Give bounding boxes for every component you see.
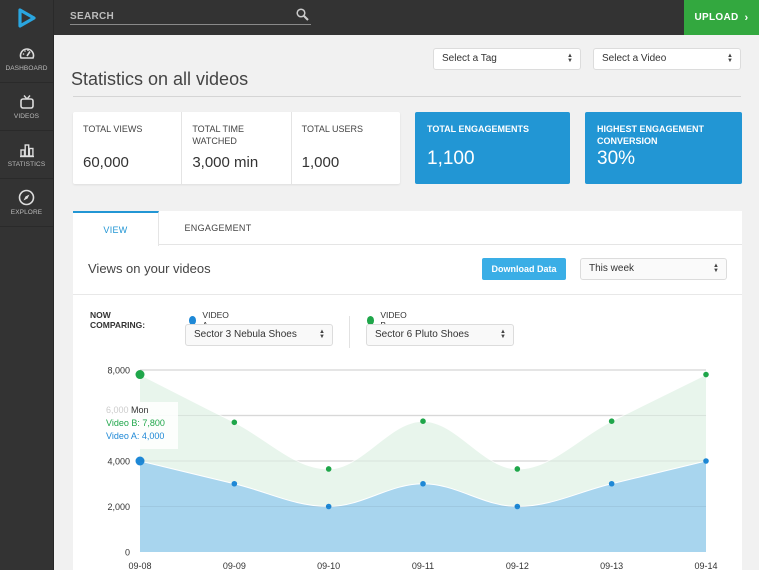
search-input[interactable]: SEARCH [70, 7, 311, 25]
now-comparing-label: NOW COMPARING: [90, 310, 146, 330]
stat-label: TOTAL VIEWS [83, 124, 143, 134]
main-content: Select a Tag ▲ ▼ Select a Video ▲ ▼ Statis… [55, 35, 759, 570]
stat-highest-engagement-conversion: HIGHEST ENGAGEMENT CONVERSION 30% [585, 112, 742, 184]
tv-icon [19, 94, 34, 109]
stat-value: 1,100 [427, 148, 475, 169]
stats-summary: TOTAL VIEWS 60,000 TOTAL TIME WATCHED 3,… [73, 112, 400, 184]
top-bar: SEARCH UPLOAD › [0, 0, 759, 35]
section-title: Views on your videos [88, 261, 211, 276]
sidebar: DASHBOARD VIDEOS STATISTICS EXPLORE [0, 35, 54, 570]
stat-value: 3,000 min [192, 154, 259, 171]
upload-label: UPLOAD [694, 12, 739, 23]
video-select[interactable]: Select a Video ▲ ▼ [593, 48, 741, 70]
stat-value: 60,000 [83, 154, 129, 171]
play-logo-icon [17, 7, 36, 28]
stat-label: TOTAL TIME WATCHED [192, 124, 245, 146]
download-data-button[interactable]: Download Data [482, 258, 566, 280]
sidebar-label: VIDEOS [13, 112, 40, 120]
sidebar-label: STATISTICS [7, 160, 46, 168]
sidebar-item-statistics[interactable]: STATISTICS [0, 131, 53, 179]
sidebar-label: EXPLORE [10, 209, 43, 216]
sidebar-label: DASHBOARD [5, 64, 48, 72]
video-a-select-value: Sector 3 Nebula Shoes [194, 329, 297, 340]
divider [349, 316, 350, 348]
select-arrows-icon: ▲ ▼ [319, 329, 325, 340]
bar-chart-icon [19, 143, 34, 157]
tag-select[interactable]: Select a Tag ▲ ▼ [433, 48, 581, 70]
select-arrows-icon: ▲ ▼ [567, 53, 573, 64]
stat-label: TOTAL USERS [301, 124, 364, 134]
tooltip-ghost-tick: 6,000 [106, 405, 129, 415]
sidebar-item-explore[interactable]: EXPLORE [0, 179, 53, 227]
video-b-select[interactable]: Sector 6 Pluto Shoes ▲ ▼ [366, 324, 514, 346]
select-arrows-icon: ▲ ▼ [713, 263, 719, 274]
stat-total-users: TOTAL USERS 1,000 [292, 112, 400, 184]
search-placeholder: SEARCH [70, 11, 115, 22]
sidebar-item-dashboard[interactable]: DASHBOARD [0, 35, 53, 83]
scrollbar-track[interactable] [742, 211, 759, 570]
date-range-select[interactable]: This week ▲ ▼ [580, 258, 727, 280]
tooltip-video-a: Video A: 4,000 [106, 431, 165, 441]
divider [73, 294, 742, 295]
upload-button[interactable]: UPLOAD › [684, 0, 759, 35]
date-range-value: This week [589, 263, 635, 274]
stat-value: 1,000 [301, 154, 340, 171]
stat-total-time-watched: TOTAL TIME WATCHED 3,000 min [182, 112, 292, 184]
chart-tooltip: 6,000 Mon Video B: 7,800 Video A: 4,000 [102, 402, 178, 449]
tab-view[interactable]: VIEW [73, 211, 159, 246]
video-a-select[interactable]: Sector 3 Nebula Shoes ▲ ▼ [185, 324, 333, 346]
speedometer-icon [19, 47, 34, 59]
logo[interactable] [0, 0, 54, 35]
stat-label: HIGHEST ENGAGEMENT CONVERSION [597, 124, 705, 146]
video-select-value: Select a Video [602, 53, 667, 64]
compass-icon [18, 189, 35, 206]
stat-value: 30% [597, 148, 636, 169]
chevron-right-icon: › [744, 11, 749, 24]
video-b-select-value: Sector 6 Pluto Shoes [375, 329, 469, 340]
select-arrows-icon: ▲ ▼ [727, 53, 733, 64]
search-icon[interactable] [296, 8, 309, 21]
divider [73, 96, 741, 97]
tab-bar: VIEW ENGAGEMENT [73, 211, 742, 246]
stat-total-engagements: TOTAL ENGAGEMENTS 1,100 [415, 112, 570, 184]
tooltip-video-b: Video B: 7,800 [106, 418, 165, 428]
sidebar-item-videos[interactable]: VIDEOS [0, 83, 53, 131]
views-panel: VIEW ENGAGEMENT Views on your videos Dow… [73, 211, 742, 570]
select-arrows-icon: ▲ ▼ [500, 329, 506, 340]
tooltip-day: Mon [131, 405, 149, 415]
tag-select-value: Select a Tag [442, 53, 497, 64]
stat-label: TOTAL ENGAGEMENTS [427, 124, 530, 134]
tab-engagement[interactable]: ENGAGEMENT [159, 211, 277, 245]
page-title: Statistics on all videos [71, 69, 249, 89]
stat-total-views: TOTAL VIEWS 60,000 [73, 112, 183, 184]
